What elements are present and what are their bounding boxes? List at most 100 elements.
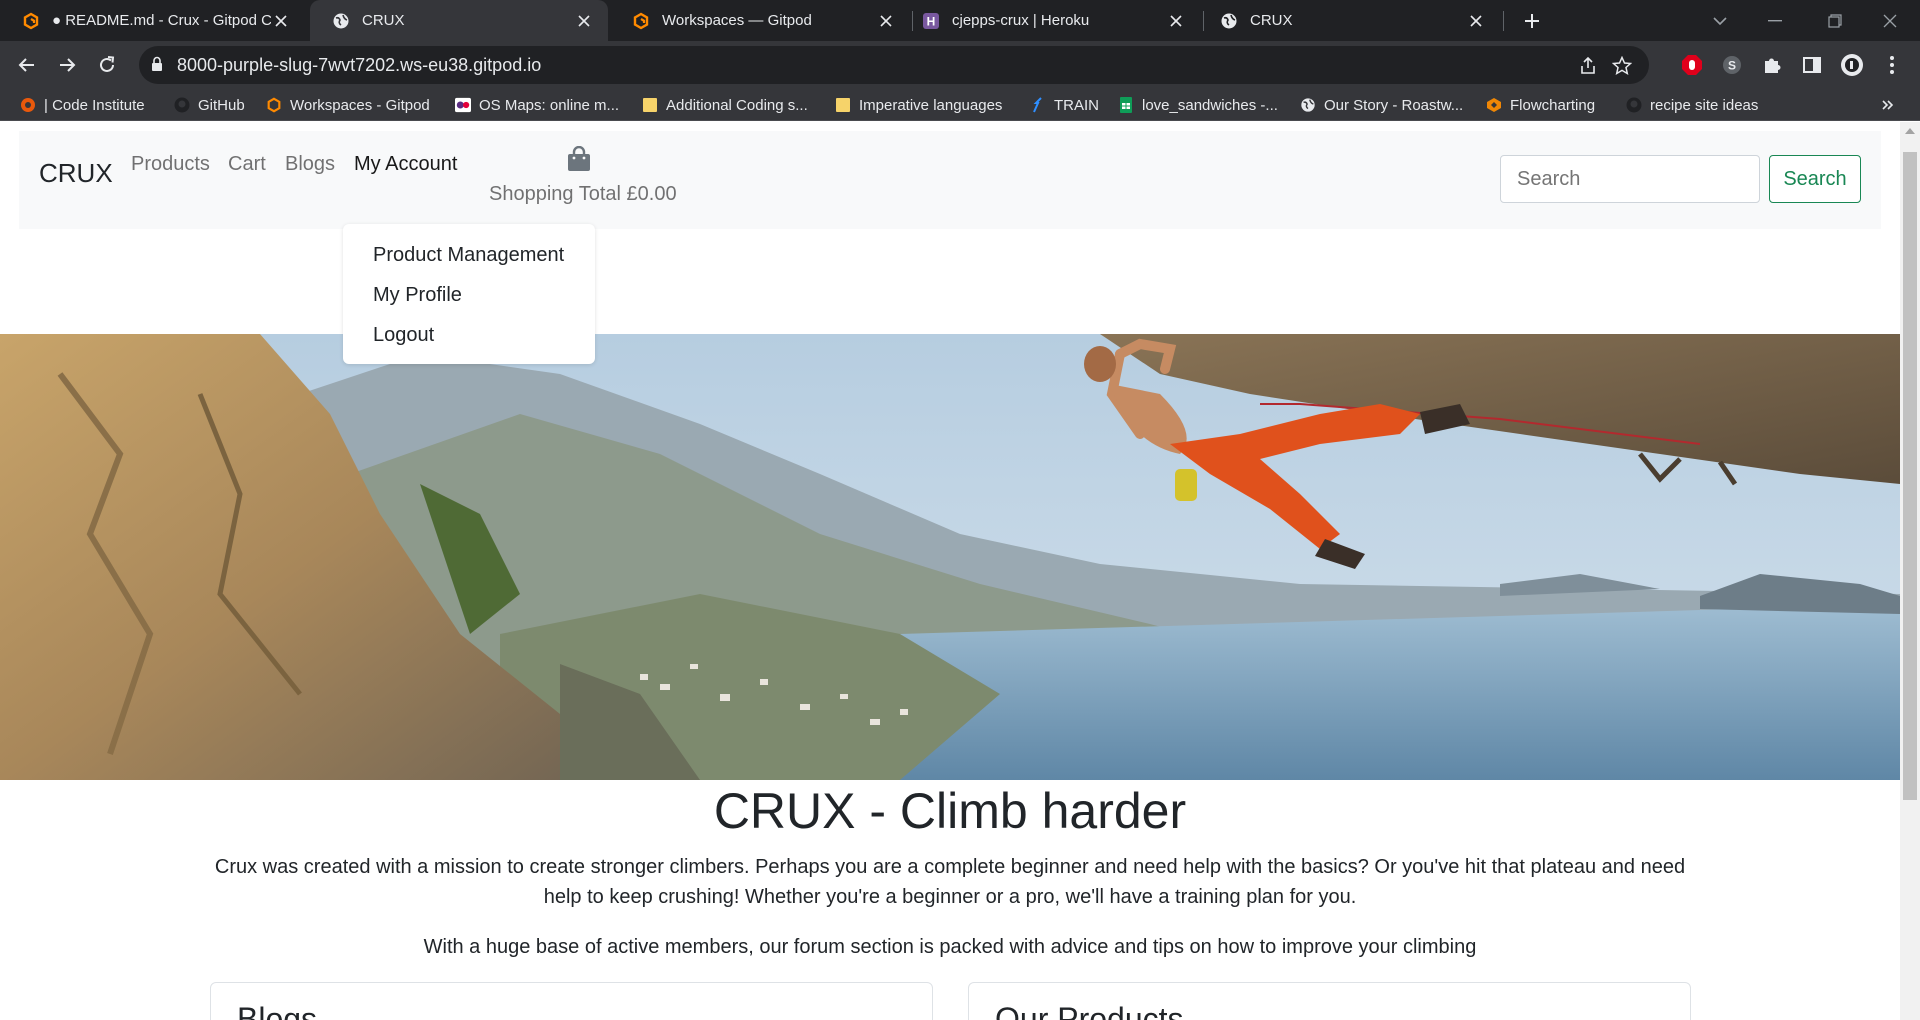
bookmark-label: love_sandwiches -... bbox=[1142, 96, 1278, 114]
search-button[interactable]: Search bbox=[1769, 155, 1861, 203]
bookmark-imperative-languages[interactable]: Imperative languages bbox=[835, 94, 1002, 116]
search-input[interactable] bbox=[1500, 155, 1760, 203]
back-button[interactable] bbox=[13, 51, 41, 79]
bookmark-love-sandwiches[interactable]: love_sandwiches -... bbox=[1118, 94, 1278, 116]
bookmark-label: Our Story - Roastw... bbox=[1324, 96, 1464, 114]
code-institute-icon bbox=[20, 97, 36, 113]
bookmark-label: Workspaces - Gitpod bbox=[290, 96, 430, 114]
close-icon[interactable] bbox=[1466, 11, 1486, 31]
bookmark-github[interactable]: GitHub bbox=[174, 94, 245, 116]
bookmark-our-story[interactable]: Our Story - Roastw... bbox=[1300, 94, 1463, 116]
nav-link-cart[interactable]: Cart bbox=[228, 153, 266, 176]
share-icon[interactable] bbox=[1578, 56, 1598, 76]
site-brand[interactable]: CRUX bbox=[39, 158, 113, 189]
gitpod-icon bbox=[632, 12, 650, 30]
browser-tab-heroku[interactable]: H cjepps-crux | Heroku bbox=[900, 0, 1200, 41]
window-close-button[interactable] bbox=[1860, 0, 1920, 41]
close-icon[interactable] bbox=[271, 11, 291, 31]
bookmark-label: recipe site ideas bbox=[1650, 96, 1759, 114]
tab-title: CRUX bbox=[1250, 12, 1293, 29]
globe-icon bbox=[1220, 12, 1238, 30]
chevron-down-icon bbox=[1713, 16, 1727, 25]
bookmark-additional-coding[interactable]: Additional Coding s... bbox=[642, 94, 808, 116]
bookmark-label: Imperative languages bbox=[859, 96, 1003, 114]
kebab-menu-icon[interactable] bbox=[1880, 53, 1904, 77]
lock-icon[interactable] bbox=[151, 56, 163, 77]
tab-title: CRUX bbox=[362, 12, 405, 29]
tab-search-button[interactable] bbox=[1690, 0, 1750, 41]
menu-item-product-management[interactable]: Product Management bbox=[373, 244, 564, 267]
menu-item-logout[interactable]: Logout bbox=[373, 324, 434, 347]
star-icon[interactable] bbox=[1612, 56, 1632, 76]
adblock-extension-icon[interactable] bbox=[1680, 53, 1704, 77]
bookmark-code-institute[interactable]: | Code Institute bbox=[20, 94, 145, 116]
s-extension-icon[interactable]: S bbox=[1720, 53, 1744, 77]
svg-text:H: H bbox=[927, 14, 936, 28]
gitpod-icon bbox=[22, 12, 40, 30]
intro-paragraph: Crux was created with a mission to creat… bbox=[214, 856, 1686, 908]
bookmark-flowcharting[interactable]: Flowcharting bbox=[1486, 94, 1595, 116]
globe-icon bbox=[332, 12, 350, 30]
bookmark-label: Flowcharting bbox=[1510, 96, 1596, 114]
close-icon[interactable] bbox=[876, 11, 896, 31]
chevron-double-right-icon bbox=[1882, 97, 1894, 114]
bookmark-train[interactable]: TRAIN bbox=[1030, 94, 1099, 116]
shopping-total[interactable]: Shopping Total £0.00 bbox=[489, 183, 677, 206]
url-text[interactable]: 8000-purple-slug-7wvt7202.ws-eu38.gitpod… bbox=[177, 55, 541, 76]
menu-item-my-profile[interactable]: My Profile bbox=[373, 284, 462, 307]
bookmark-label: Additional Coding s... bbox=[666, 96, 808, 114]
gitpod-icon bbox=[266, 97, 282, 113]
github-icon bbox=[1626, 97, 1642, 113]
nav-link-products[interactable]: Products bbox=[131, 153, 210, 176]
github-icon bbox=[174, 97, 190, 113]
tab-title: Workspaces — Gitpod bbox=[662, 12, 812, 29]
sheets-icon bbox=[1118, 97, 1134, 113]
bookmark-label: OS Maps: online m... bbox=[479, 96, 620, 114]
arrow-left-icon bbox=[18, 58, 34, 72]
globe-icon bbox=[1300, 97, 1316, 113]
scroll-up-arrow-icon[interactable] bbox=[1905, 128, 1915, 134]
nav-link-my-account[interactable]: My Account bbox=[354, 153, 457, 176]
blogs-card: Blogs bbox=[210, 982, 933, 1020]
browser-tab-crux-active[interactable]: CRUX bbox=[310, 0, 608, 41]
browser-tab-crux[interactable]: CRUX bbox=[1198, 0, 1500, 41]
site-navbar: CRUX Products Cart Blogs My Account Shop… bbox=[19, 131, 1881, 229]
bookmark-os-maps[interactable]: OS Maps: online m... bbox=[455, 94, 619, 116]
browser-tab-readme[interactable]: ● README.md - Crux - Gitpod Co bbox=[0, 0, 305, 41]
tab-title: cjepps-crux | Heroku bbox=[952, 12, 1090, 29]
forward-button[interactable] bbox=[53, 51, 81, 79]
arrow-right-icon bbox=[60, 58, 76, 72]
browser-tab-workspaces[interactable]: Workspaces — Gitpod bbox=[610, 0, 910, 41]
heroku-icon: H bbox=[922, 12, 940, 30]
forum-paragraph: With a huge base of active members, our … bbox=[423, 936, 1477, 958]
close-icon[interactable] bbox=[574, 11, 594, 31]
blogs-card-title: Blogs bbox=[237, 1001, 318, 1020]
page-viewport: CRUX Products Cart Blogs My Account Shop… bbox=[0, 122, 1900, 1020]
tab-title: ● README.md - Crux - Gitpod Co bbox=[52, 12, 271, 29]
address-bar[interactable]: 8000-purple-slug-7wvt7202.ws-eu38.gitpod… bbox=[139, 46, 1649, 84]
reload-button[interactable] bbox=[93, 51, 121, 79]
side-panel-icon[interactable] bbox=[1800, 53, 1824, 77]
restore-button[interactable] bbox=[1805, 0, 1865, 41]
bookmark-recipe-site-ideas[interactable]: recipe site ideas bbox=[1626, 94, 1758, 116]
close-icon[interactable] bbox=[1166, 11, 1186, 31]
page-scrollbar[interactable] bbox=[1900, 122, 1920, 1020]
flowchart-icon bbox=[1486, 97, 1502, 113]
folder-icon bbox=[835, 97, 851, 113]
bookmark-workspaces-gitpod[interactable]: Workspaces - Gitpod bbox=[266, 94, 430, 116]
new-tab-button[interactable] bbox=[1502, 0, 1562, 41]
hero-image bbox=[0, 334, 1900, 780]
bookmark-label: GitHub bbox=[198, 96, 245, 114]
bookmark-label: TRAIN bbox=[1054, 96, 1099, 114]
shopping-bag-icon[interactable] bbox=[567, 145, 591, 177]
minimize-button[interactable] bbox=[1745, 0, 1805, 41]
restore-icon bbox=[1828, 13, 1842, 28]
close-icon bbox=[1883, 14, 1897, 27]
bookmarks-overflow-button[interactable] bbox=[1882, 94, 1894, 116]
profile-avatar[interactable] bbox=[1840, 53, 1864, 77]
nav-link-blogs[interactable]: Blogs bbox=[285, 153, 335, 176]
bookmark-label: | Code Institute bbox=[44, 96, 145, 114]
browser-toolbar: 8000-purple-slug-7wvt7202.ws-eu38.gitpod… bbox=[0, 41, 1920, 89]
puzzle-extensions-icon[interactable] bbox=[1760, 53, 1784, 77]
scrollbar-thumb[interactable] bbox=[1903, 152, 1917, 800]
